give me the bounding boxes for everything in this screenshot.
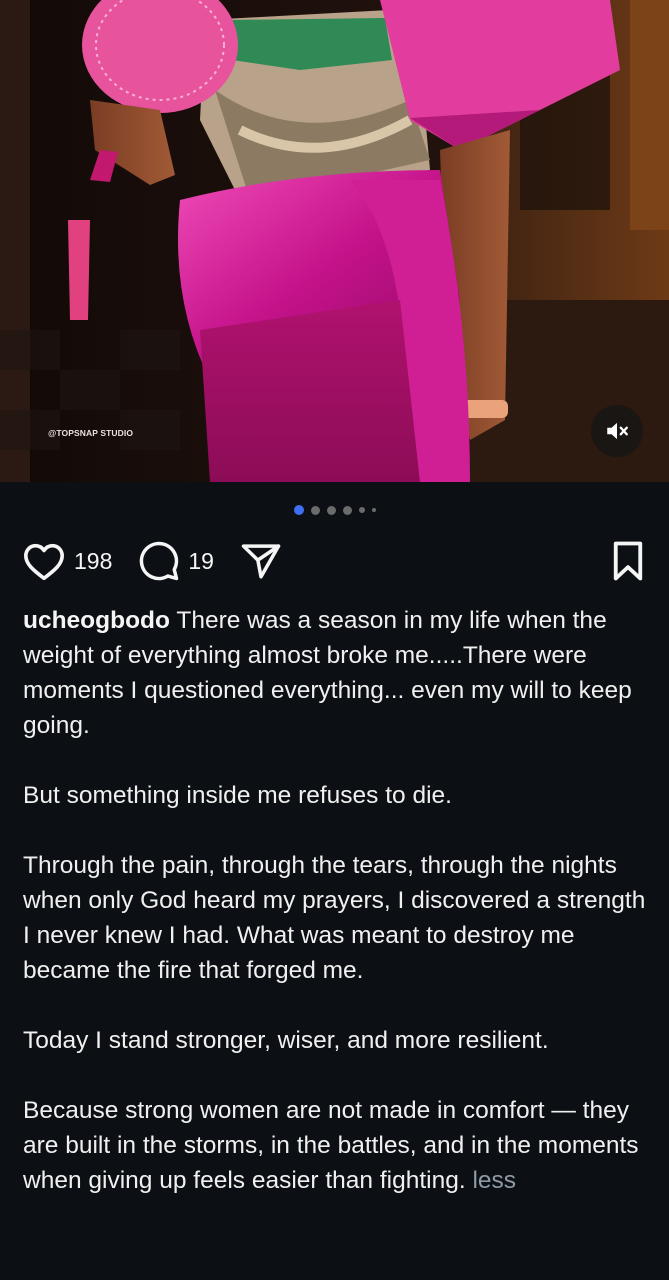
speaker-muted-icon	[607, 422, 628, 440]
like-action: 198	[22, 541, 112, 581]
heart-outline-icon[interactable]	[22, 541, 66, 581]
carousel-dot	[358, 507, 365, 513]
carousel-dot	[342, 505, 352, 515]
post-photo	[0, 0, 669, 482]
caption-paragraph: But something inside me refuses to die.	[23, 782, 452, 809]
comment-count[interactable]: 19	[188, 548, 214, 575]
mute-toggle-button[interactable]	[591, 405, 643, 457]
paper-plane-icon[interactable]	[240, 540, 282, 582]
bookmark-outline-icon[interactable]	[609, 540, 647, 582]
username-link[interactable]: ucheogbodo	[23, 607, 170, 634]
photo-watermark: @TOPSNAP STUDIO	[48, 428, 134, 438]
comment-action: 19	[138, 540, 214, 582]
post-media[interactable]: @TOPSNAP STUDIO	[0, 0, 669, 482]
carousel-dot	[310, 505, 320, 515]
like-count[interactable]: 198	[74, 548, 112, 575]
less-link[interactable]: less	[472, 1167, 516, 1194]
caption-paragraph: Through the pain, through the tears, thr…	[23, 852, 646, 984]
caption-paragraph: Today I stand stronger, wiser, and more …	[23, 1027, 549, 1054]
post-caption: ucheogbodo There was a season in my life…	[23, 603, 647, 1198]
share-action	[240, 540, 282, 582]
caption-paragraph: Because strong women are not made in com…	[23, 1093, 647, 1198]
caption-paragraph: ucheogbodo There was a season in my life…	[23, 603, 647, 743]
carousel-dot-active	[293, 505, 304, 515]
post-action-bar: 198 19	[22, 538, 647, 584]
comment-bubble-icon[interactable]	[138, 540, 180, 582]
save-action	[609, 540, 647, 582]
carousel-indicator	[0, 504, 669, 516]
caption-text: Because strong women are not made in com…	[23, 1097, 639, 1194]
carousel-dot	[326, 505, 336, 515]
carousel-dot	[371, 508, 376, 512]
